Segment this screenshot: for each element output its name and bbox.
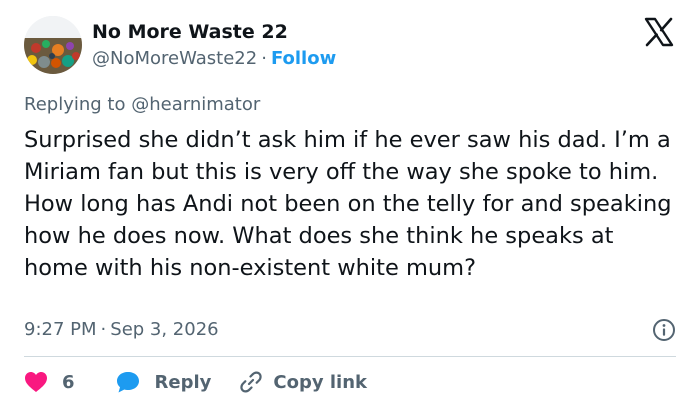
like-count: 6 [62,371,75,393]
x-logo-icon[interactable] [644,17,674,47]
heart-icon [24,371,48,393]
reply-mention-link[interactable]: @hearnimator [131,94,260,115]
reply-bubble-icon [115,370,141,394]
reply-context: Replying to @hearnimator [24,94,260,115]
divider [24,356,676,357]
reply-label: Reply [154,371,212,393]
tweet-text: Surprised she didn’t ask him if he ever … [24,127,672,281]
author-handle[interactable]: @NoMoreWaste22 [92,48,257,69]
tweet-time: 9:27 PM [24,319,97,340]
tweet-date: Sep 3, 2026 [110,319,219,340]
reply-context-prefix: Replying to [24,94,126,115]
tweet-actions: 6 Reply Copy link [24,368,367,396]
author-name[interactable]: No More Waste 22 [92,21,288,43]
avatar[interactable] [24,16,82,74]
reply-button[interactable]: Reply [115,370,212,394]
avatar-image [24,16,82,74]
like-button[interactable]: 6 [24,371,75,393]
handle-separator: · [261,48,267,69]
copy-link-button[interactable]: Copy link [239,370,367,394]
meta-separator: · [100,319,107,340]
copy-link-label: Copy link [273,371,367,393]
follow-button[interactable]: Follow [271,48,336,69]
tweet-timestamp[interactable]: 9:27 PM · Sep 3, 2026 [24,319,219,340]
info-icon[interactable] [652,318,676,342]
author-handle-row: @NoMoreWaste22 · Follow [92,48,336,69]
link-icon [239,370,263,394]
